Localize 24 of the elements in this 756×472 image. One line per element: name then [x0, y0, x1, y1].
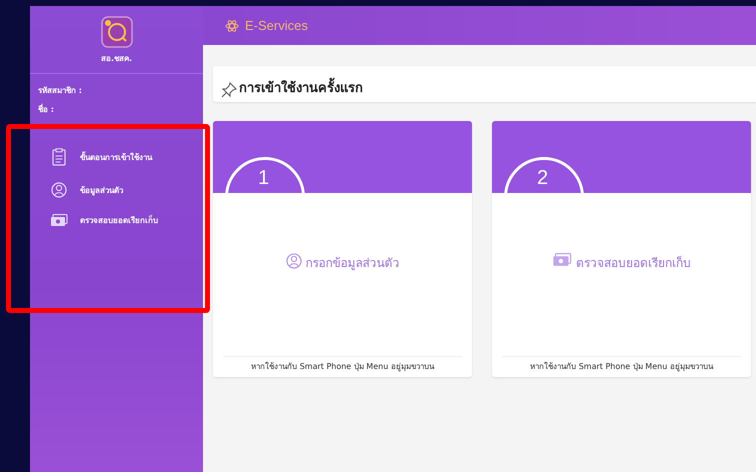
banknote-icon [50, 214, 68, 227]
atom-icon [225, 18, 239, 32]
step-card[interactable]: 2 ตรวจสอบยอดเรียกเก็บ หากใช้งานกับ Smart Phone ปุ่ม Menu อยู่มุมขวาบน [492, 121, 751, 377]
user-icon [286, 253, 302, 269]
sidebar-item[interactable]: ข้อมูลส่วนตัว [50, 182, 180, 198]
page-title: E-Services [245, 18, 308, 33]
step-number: 2 [537, 167, 548, 190]
card-footer-text: หากใช้งานกับ Smart Phone ปุ่ม Menu อยู่มุมขวาบน [223, 356, 462, 377]
banknote-icon [552, 253, 572, 267]
member-id-label: รหัสสมาชิก : [38, 85, 83, 97]
pin-icon [221, 82, 237, 98]
sidebar-item[interactable]: ตรวจสอบยอดเรียกเก็บ [50, 214, 180, 227]
step-card[interactable]: 1 กรอกข้อมูลส่วนตัว หากใช้งานกับ Smart Phone ปุ่ม Menu อยู่มุมขวาบน [213, 121, 472, 377]
card-footer-text: หากใช้งานกับ Smart Phone ปุ่ม Menu อยู่มุมขวาบน [502, 356, 741, 377]
section-title: การเข้าใช้งานครั้งแรก [239, 77, 363, 98]
clipboard-icon [50, 148, 68, 166]
step-label: ตรวจสอบยอดเรียกเก็บ [576, 254, 691, 272]
name-label: ชื่อ : [38, 103, 55, 116]
logo-text: สอ.ชสค. [100, 53, 132, 65]
user-icon [50, 182, 68, 198]
logo-icon [100, 16, 132, 48]
step-label: กรอกข้อมูลส่วนตัว [306, 255, 400, 272]
sidebar-item[interactable]: ขั้นตอนการเข้าใช้งาน [50, 148, 180, 166]
step-number: 1 [258, 167, 270, 190]
